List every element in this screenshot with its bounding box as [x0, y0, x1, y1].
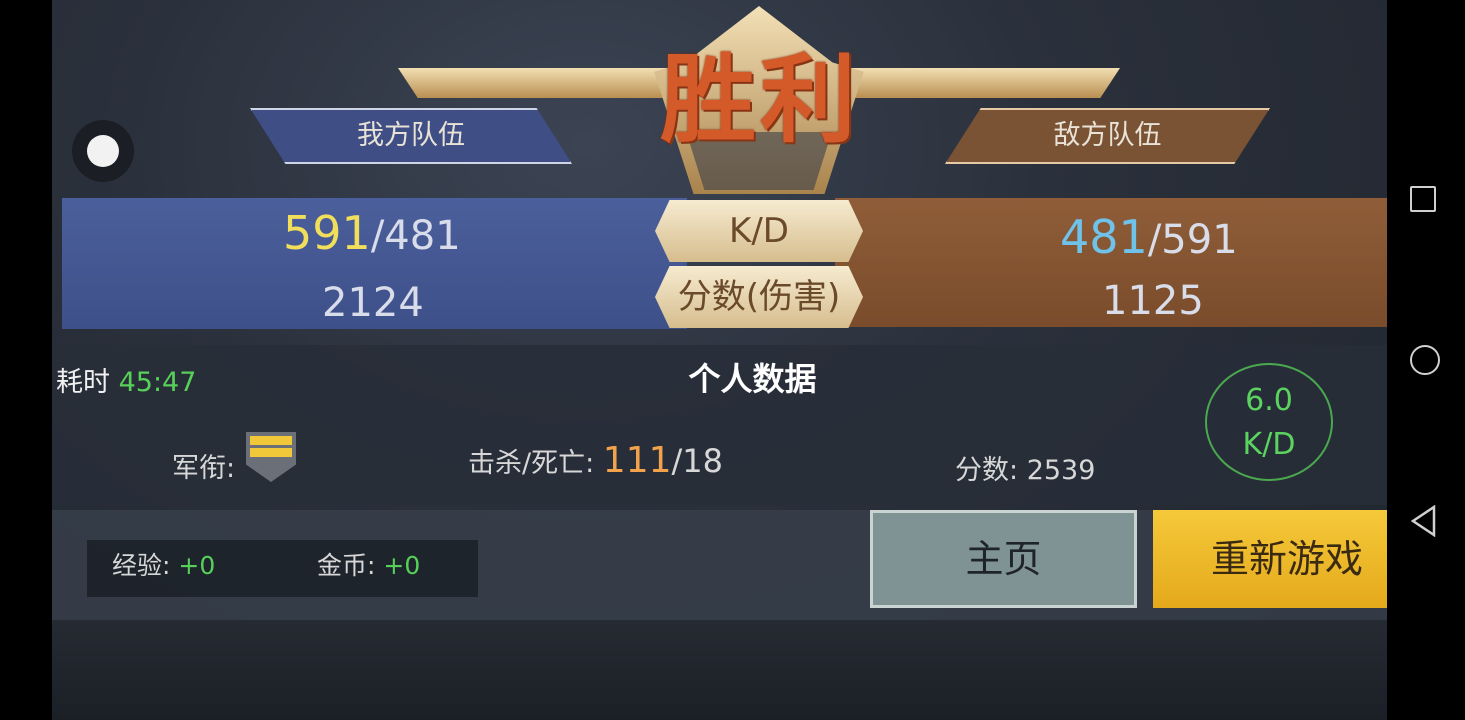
duration-value: 45:47	[118, 367, 197, 398]
personal-score-label: 分数:	[955, 455, 1019, 486]
exp-value: +0	[178, 551, 216, 580]
gold-reward: 金币: +0	[317, 546, 420, 582]
ally-kills: 591	[283, 206, 371, 260]
ally-team-label: 我方队伍	[250, 108, 572, 164]
personal-title: 个人数据	[688, 360, 817, 398]
ally-score: 2124	[322, 280, 424, 326]
personal-score: 分数: 2539	[955, 448, 1095, 487]
kill-death: 击杀/死亡: 111/18	[468, 440, 723, 481]
enemy-score: 1125	[1102, 278, 1204, 324]
gold-value: +0	[383, 551, 421, 580]
kd-ratio-value: 6.0	[1245, 383, 1293, 418]
personal-score-value: 2539	[1026, 455, 1096, 486]
exp-reward: 经验: +0	[112, 546, 215, 582]
ally-deaths: /481	[370, 213, 461, 259]
score-center-label: 分数(伤害)	[655, 266, 863, 328]
gold-label: 金币:	[317, 551, 376, 580]
kill-death-label: 击杀/死亡:	[468, 448, 595, 479]
home-circle-icon[interactable]	[1410, 345, 1440, 375]
kd-ratio-label: K/D	[1242, 427, 1296, 462]
duration-label: 耗时	[56, 367, 110, 398]
duration: 耗时 45:47	[56, 360, 196, 399]
dot-icon	[87, 135, 119, 167]
result-title: 胜利	[660, 44, 860, 156]
kd-center-label: K/D	[655, 200, 863, 262]
enemy-kills: 481	[1060, 210, 1148, 264]
personal-kills: 111	[602, 440, 672, 481]
exp-label: 经验:	[112, 551, 171, 580]
ally-kd: 591/481	[283, 206, 461, 260]
enemy-deaths: /591	[1147, 217, 1238, 263]
recent-apps-icon[interactable]	[1410, 186, 1436, 212]
enemy-kd: 481/591	[1060, 210, 1238, 264]
restart-button[interactable]: 重新游戏	[1153, 510, 1421, 608]
rank-label: 军衔:	[172, 453, 236, 484]
enemy-team-label: 敌方队伍	[945, 108, 1270, 164]
personal-deaths: /18	[671, 442, 724, 480]
back-icon[interactable]	[1410, 504, 1438, 538]
home-button[interactable]: 主页	[870, 510, 1137, 608]
floating-menu-button[interactable]	[72, 120, 134, 182]
kd-ratio-ring: 6.0 K/D	[1205, 363, 1333, 481]
